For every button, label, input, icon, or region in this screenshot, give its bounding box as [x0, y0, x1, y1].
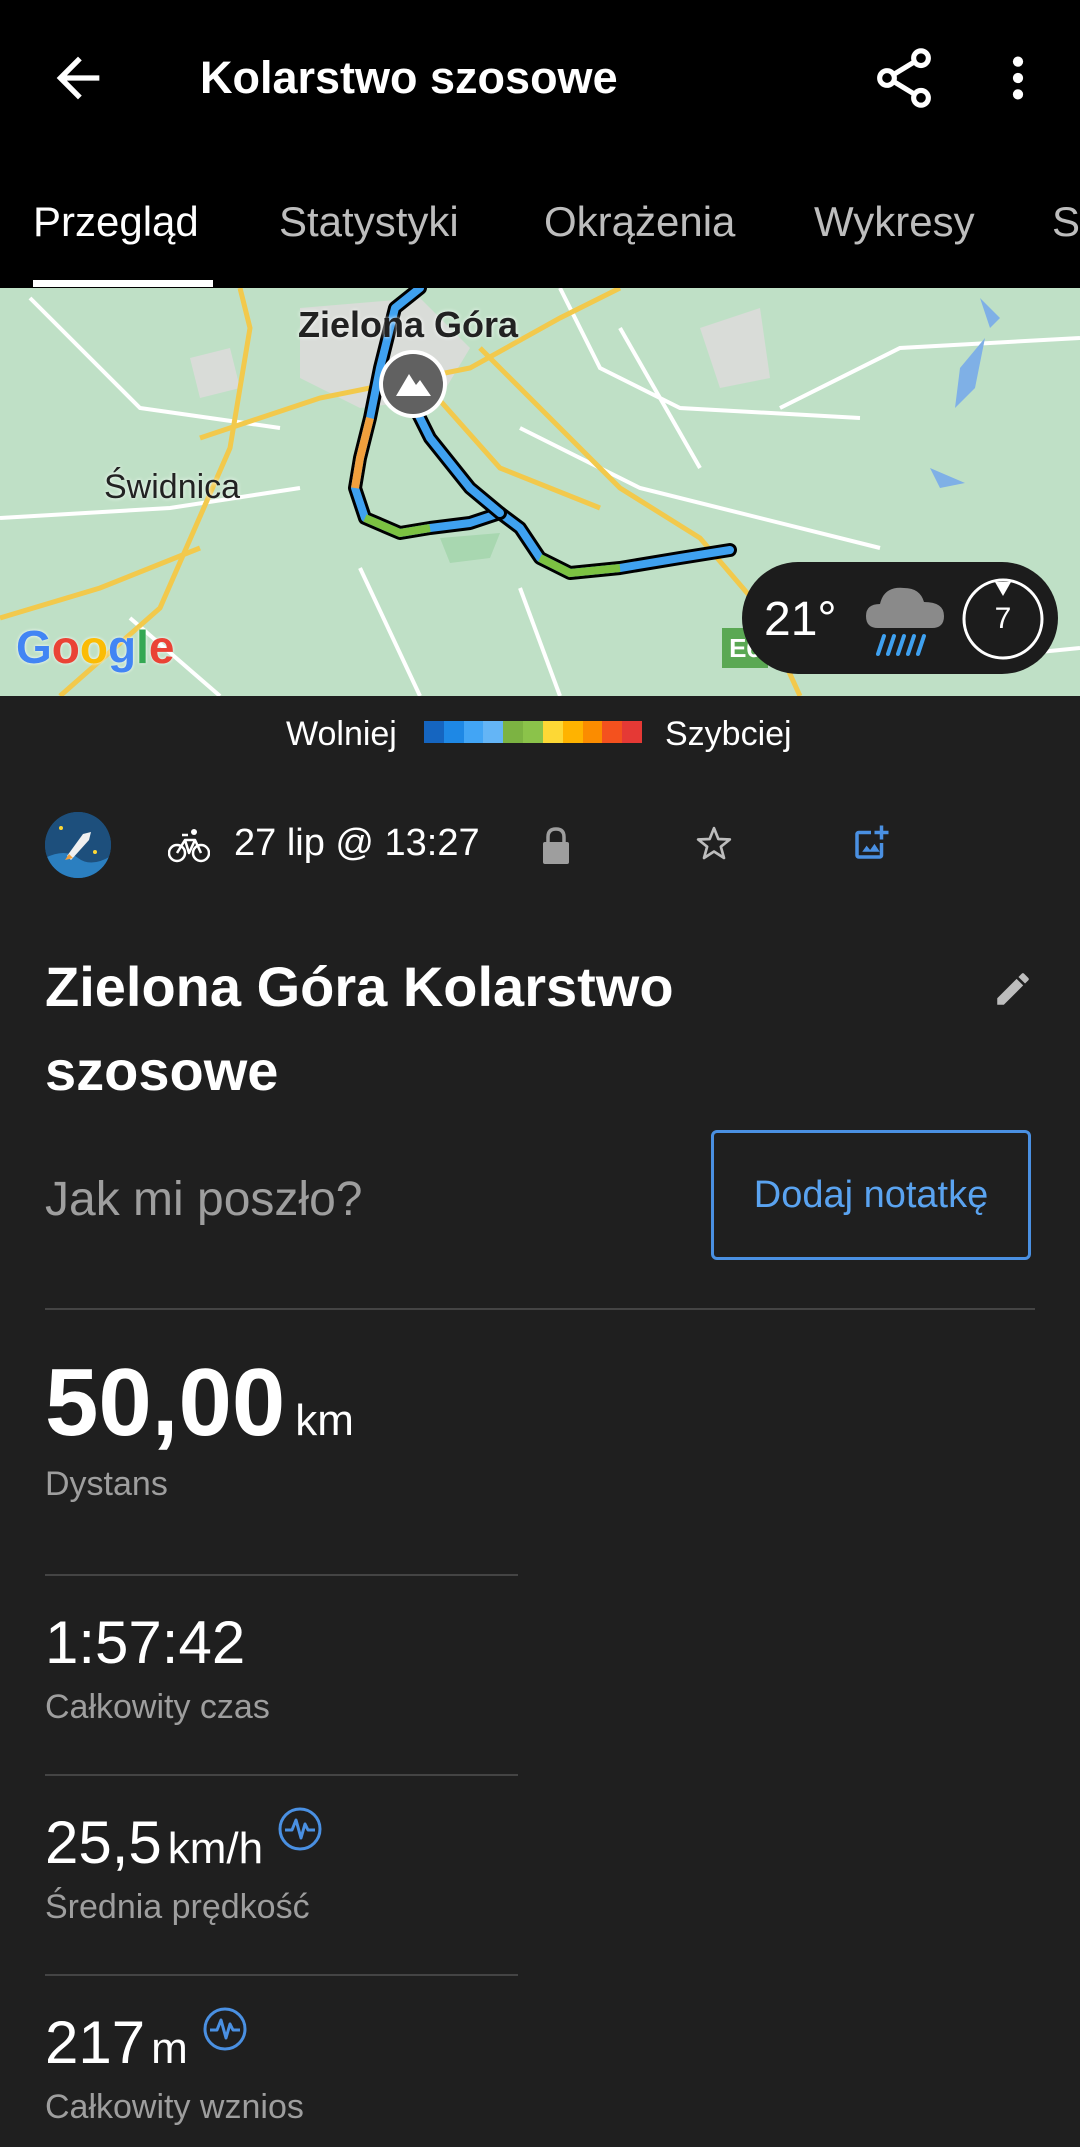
- bicycle-icon: [168, 829, 210, 863]
- back-arrow-icon[interactable]: [46, 46, 110, 110]
- speed-legend-bar: [424, 721, 642, 743]
- note-prompt: Jak mi poszło?: [45, 1173, 363, 1226]
- legend-color-swatch: [602, 721, 623, 743]
- google-logo: Google: [16, 621, 175, 673]
- add-photo-icon[interactable]: [850, 822, 892, 864]
- activity-name: Zielona Góra Kolarstwo szosowe: [45, 955, 674, 1102]
- star-icon[interactable]: [694, 824, 734, 864]
- total-time-value: 1:57:42: [45, 1609, 246, 1676]
- tab-overview[interactable]: Przegląd: [33, 198, 199, 246]
- ascent-unit: m: [151, 2024, 188, 2073]
- legend-color-swatch: [582, 721, 603, 743]
- tab-bar: Przegląd Statystyki Okrążenia Wykresy S: [0, 155, 1080, 288]
- legend-slower-label: Wolniej: [286, 715, 397, 753]
- legend-color-swatch: [463, 721, 484, 743]
- avg-speed-unit: km/h: [167, 1824, 264, 1873]
- app-bar: Kolarstwo szosowe: [0, 0, 1080, 155]
- distance-label: Dystans: [45, 1465, 168, 1503]
- legend-color-swatch: [483, 721, 504, 743]
- legend-color-swatch: [542, 721, 563, 743]
- tab-charts[interactable]: Wykresy: [814, 198, 975, 246]
- avg-speed-stat: 25,5 km/h: [45, 1806, 323, 1877]
- avg-speed-label: Średnia prędkość: [45, 1888, 310, 1926]
- edit-pencil-icon[interactable]: [992, 968, 1034, 1010]
- divider: [45, 1774, 518, 1776]
- share-icon[interactable]: [870, 44, 938, 112]
- activity-date: 27 lip @ 13:27: [234, 822, 480, 864]
- legend-color-swatch: [503, 721, 524, 743]
- map-label-city: Zielona Góra: [298, 304, 519, 345]
- ascent-label: Całkowity wznios: [45, 2088, 304, 2126]
- divider: [45, 1974, 518, 1976]
- weather-temperature: 21°: [764, 593, 837, 646]
- legend-color-swatch: [622, 721, 642, 743]
- more-options-icon[interactable]: [990, 44, 1046, 112]
- total-time-stat: 1:57:42: [45, 1608, 245, 1677]
- map-label-city: Świdnica: [104, 468, 241, 506]
- page-title: Kolarstwo szosowe: [200, 52, 618, 103]
- tab-more[interactable]: S: [1052, 198, 1080, 246]
- legend-color-swatch: [424, 721, 444, 743]
- tab-laps[interactable]: Okrążenia: [544, 198, 735, 246]
- legend-faster-label: Szybciej: [665, 715, 792, 753]
- active-tab-indicator: [33, 280, 213, 287]
- rain-cloud-icon: [866, 587, 944, 656]
- legend-color-swatch: [562, 721, 583, 743]
- distance-unit: km: [295, 1396, 354, 1445]
- tab-statistics[interactable]: Statystyki: [279, 198, 459, 246]
- total-time-label: Całkowity czas: [45, 1688, 270, 1726]
- avg-speed-value: 25,5: [45, 1809, 162, 1876]
- avatar[interactable]: [45, 812, 111, 878]
- divider: [45, 1574, 518, 1576]
- activity-pulse-icon[interactable]: [202, 2006, 248, 2052]
- divider: [45, 1308, 1035, 1310]
- wind-speed: 7: [994, 602, 1012, 635]
- legend-color-swatch: [443, 721, 464, 743]
- distance-value: 50,00: [45, 1349, 286, 1456]
- legend-color-swatch: [523, 721, 543, 743]
- activity-pulse-icon[interactable]: [277, 1806, 323, 1852]
- lock-icon[interactable]: [540, 826, 572, 866]
- weather-badge[interactable]: 21° 7: [742, 562, 1058, 674]
- distance-stat: 50,00 km: [45, 1348, 354, 1458]
- ascent-stat: 217 m: [45, 2006, 248, 2077]
- ascent-value: 217: [45, 2009, 146, 2076]
- add-note-button[interactable]: Dodaj notatkę: [711, 1130, 1031, 1260]
